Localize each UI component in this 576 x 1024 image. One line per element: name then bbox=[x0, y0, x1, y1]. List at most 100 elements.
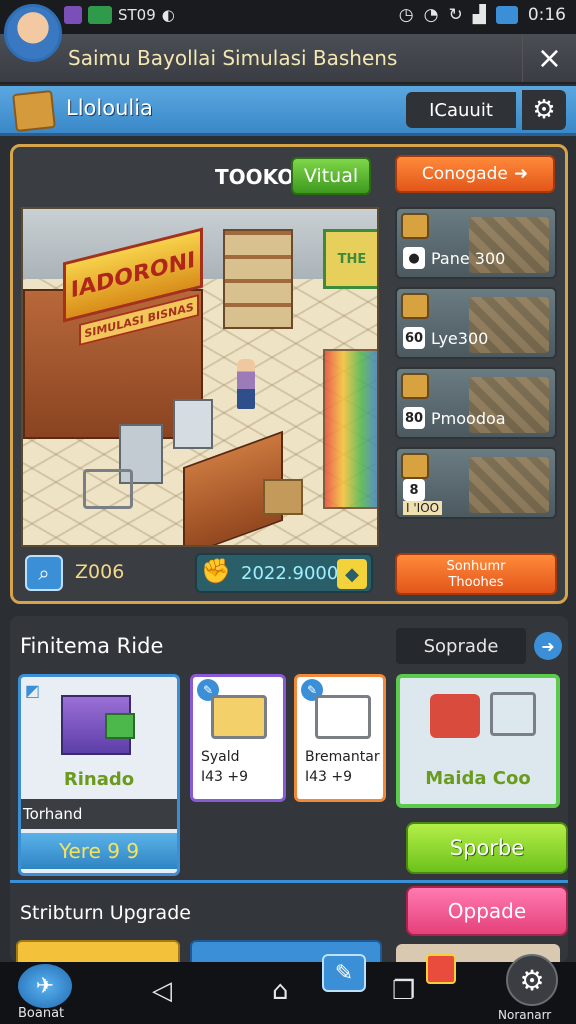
level-badge-icon: 60 bbox=[403, 327, 425, 349]
item-name: Syald bbox=[201, 749, 240, 765]
side-card-label: Pane 300 bbox=[431, 248, 506, 268]
signal-icon: ▟ bbox=[472, 5, 486, 25]
clock-time: 0:16 bbox=[527, 5, 566, 25]
side-card-1[interactable]: ● Pane 300 bbox=[395, 207, 557, 279]
gear-icon: ⚙ bbox=[519, 963, 545, 997]
item-name: Maida Coo bbox=[425, 768, 531, 789]
product-shelf[interactable] bbox=[323, 349, 377, 509]
add-coins-button[interactable]: ◆ bbox=[337, 559, 367, 589]
rocket-icon: ✈ bbox=[35, 973, 55, 999]
account-button[interactable]: ICauuit bbox=[406, 92, 516, 128]
nav-bar: ✈ Boanat ◁ ⌂ ✎ ❐ ⚙ Noranarr bbox=[0, 954, 576, 1024]
close-icon: × bbox=[536, 40, 563, 76]
function-button[interactable]: Sonhumr Thoohes bbox=[395, 553, 557, 595]
function-label-2: Thoohes bbox=[448, 575, 504, 590]
item-card-rinado[interactable]: ◩ Rinado Torhand Yere 9 9 bbox=[18, 674, 180, 876]
cart-icon bbox=[490, 692, 536, 736]
upgrade-button[interactable]: Oppade bbox=[406, 886, 568, 936]
sync-icon: ↻ bbox=[448, 5, 463, 25]
player-avatar[interactable] bbox=[4, 4, 62, 62]
cash-register[interactable] bbox=[173, 399, 213, 449]
gear-icon: ⚙ bbox=[532, 95, 556, 125]
item-name: Bremantar bbox=[305, 749, 380, 765]
cart-icon bbox=[315, 695, 371, 739]
boost-label: Boanat bbox=[18, 1006, 65, 1021]
item-thumb-icon bbox=[401, 373, 429, 399]
coin-hand-icon: ✊ bbox=[201, 557, 231, 585]
upgrade-top-label: Conogade bbox=[421, 164, 508, 184]
settings-gear-button[interactable]: ⚙ bbox=[522, 90, 566, 130]
item-thumb-icon bbox=[401, 213, 429, 239]
arrow-right-icon: ➜ bbox=[513, 164, 529, 184]
item-card-maida[interactable]: Maida Coo bbox=[396, 674, 560, 808]
item-preview bbox=[469, 457, 549, 513]
status-bar: ЅТ09 ◐ ◷ ◔ ↻ ▟ 0:16 bbox=[0, 0, 576, 34]
search-button[interactable]: ⌕ bbox=[25, 555, 63, 591]
arrow-icon[interactable]: ➜ bbox=[534, 632, 562, 660]
item-thumb-icon bbox=[401, 453, 429, 479]
shop-icon[interactable] bbox=[426, 954, 456, 984]
sort-trade-button[interactable]: Soprade bbox=[396, 628, 526, 664]
edit-button[interactable]: ✎ bbox=[322, 954, 366, 992]
item-card-bremantar[interactable]: ✎ Bremantar I43 +9 bbox=[294, 674, 386, 802]
coins-value: 2022.9000 bbox=[241, 563, 339, 584]
stat-value: Z006 bbox=[75, 561, 125, 583]
shop-scene[interactable]: THE IADORONI SIMULASI BISNAS bbox=[21, 207, 379, 547]
header-title: Lloloulia bbox=[66, 96, 153, 120]
settings-button[interactable]: ⚙ bbox=[506, 954, 558, 1006]
item-art-accent bbox=[105, 713, 135, 739]
function-label-1: Sonhumr bbox=[446, 559, 506, 574]
header-bar: Lloloulia ICauuit ⚙ bbox=[0, 86, 576, 136]
green-shop-sign: THE bbox=[323, 229, 377, 289]
stock-boxes[interactable] bbox=[263, 479, 303, 515]
side-card-3[interactable]: 80 Pmoodoa bbox=[395, 367, 557, 439]
settings-label: Noranarr bbox=[498, 1008, 552, 1022]
basket-icon bbox=[211, 695, 267, 739]
green-action-button[interactable]: Sporbe bbox=[406, 822, 568, 874]
coins-display: ✊ 2022.9000 ◆ bbox=[195, 553, 373, 593]
item-price-button[interactable]: Yere 9 9 bbox=[21, 833, 177, 869]
status-left: ЅТ09 ◐ bbox=[64, 6, 175, 24]
status-left-text: ЅТ09 bbox=[118, 6, 156, 24]
item-thumb-icon bbox=[401, 293, 429, 319]
side-card-4[interactable]: 8 I 'IOO bbox=[395, 447, 557, 519]
wifi-icon: ◔ bbox=[423, 5, 439, 25]
location-pin-icon: ● bbox=[403, 247, 425, 269]
upgrade-top-button[interactable]: Conogade ➜ bbox=[395, 155, 555, 193]
alarm-icon: ◷ bbox=[398, 5, 414, 25]
item-card-syald[interactable]: ✎ Syald I43 +9 bbox=[190, 674, 286, 802]
level-badge-icon: 8 bbox=[403, 479, 425, 501]
boost-button[interactable]: ✈ bbox=[18, 964, 72, 1008]
shop-panel: TOOKO Vitual THE IADORONI SIMULASI BISNA… bbox=[10, 144, 568, 604]
lower-panel: Finitema Ride Soprade ➜ ◩ Rinado Torhand… bbox=[10, 616, 568, 970]
shop-name: TOOKO bbox=[215, 165, 295, 189]
item-subtitle: Torhand bbox=[21, 799, 177, 829]
pencil-icon: ✎ bbox=[334, 960, 354, 986]
virtual-mode-button[interactable]: Vitual bbox=[291, 157, 371, 195]
app-icon bbox=[64, 6, 82, 24]
back-icon[interactable]: ◁ bbox=[152, 976, 172, 1006]
pin-icon: ◩ bbox=[25, 681, 41, 700]
back-shelf[interactable] bbox=[223, 229, 293, 329]
side-card-2[interactable]: 60 Lye300 bbox=[395, 287, 557, 359]
battery-app-icon bbox=[88, 6, 112, 24]
battery-icon bbox=[495, 6, 518, 24]
title-bar: Saimu Bayollai Simulasi Bashens × bbox=[0, 34, 576, 84]
shopping-cart-icon[interactable] bbox=[83, 469, 133, 509]
item-price: I43 +9 bbox=[201, 769, 249, 785]
item-price: I43 +9 bbox=[305, 769, 353, 785]
item-name: Rinado bbox=[63, 769, 135, 790]
level-badge-icon: 80 bbox=[403, 407, 425, 429]
gift-box-icon[interactable] bbox=[12, 90, 56, 132]
section-title-2: Stribturn Upgrade bbox=[20, 902, 191, 924]
produce-cart-icon bbox=[430, 694, 480, 738]
section-title: Finitema Ride bbox=[20, 634, 164, 658]
side-card-label: Pmoodoa bbox=[431, 408, 506, 428]
location-icon: ◐ bbox=[161, 6, 175, 24]
window-title: Saimu Bayollai Simulasi Bashens bbox=[68, 46, 398, 70]
shopkeeper-character[interactable] bbox=[237, 359, 255, 409]
search-icon: ⌕ bbox=[38, 561, 50, 585]
home-icon[interactable]: ⌂ bbox=[272, 976, 289, 1006]
recents-icon[interactable]: ❐ bbox=[392, 976, 415, 1006]
close-button[interactable]: × bbox=[522, 34, 576, 82]
